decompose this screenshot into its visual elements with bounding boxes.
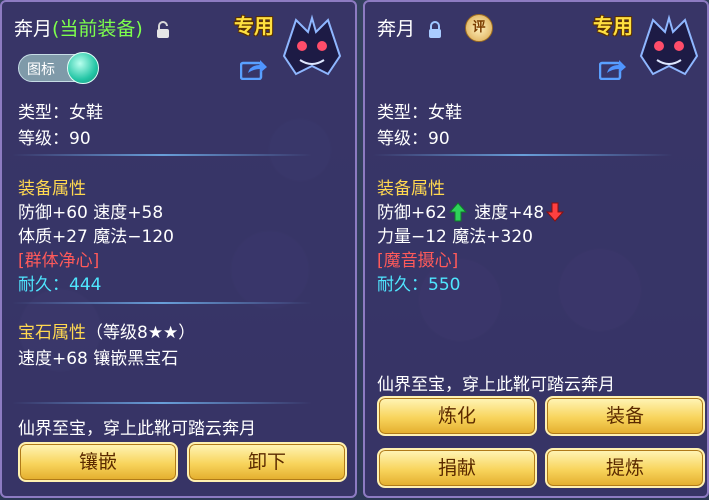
stat-line-2: 力量−12 魔法+320: [377, 227, 533, 247]
gem-level: （等级8★★）: [86, 323, 196, 343]
icon-toggle[interactable]: 图标: [18, 52, 99, 84]
attributes-header: 装备属性: [377, 179, 445, 199]
stat-line-1: 防御+62 速度+48: [377, 198, 566, 223]
stat-line-1: 防御+60 速度+58: [18, 203, 164, 223]
exclusive-badge: 专用: [593, 14, 633, 38]
gem-header: 宝石属性: [18, 323, 86, 343]
toggle-knob: [67, 52, 99, 84]
extract-button[interactable]: 提炼: [545, 448, 705, 488]
icon-toggle-label: 图标: [27, 62, 55, 78]
rating-icon[interactable]: 评: [465, 14, 493, 42]
donate-button[interactable]: 捐献: [377, 448, 537, 488]
current-equipment-panel: 奔月(当前装备) 专用 图标 类型：女鞋 等级：90 装备属性 防御+60 速度…: [0, 0, 357, 498]
gem-header-line: 宝石属性（等级8★★）: [18, 318, 195, 343]
item-name: 奔月: [14, 18, 53, 40]
item-type: 类型：女鞋: [18, 103, 103, 123]
durability: 耐久：444: [18, 275, 102, 295]
arrow-down-icon: [546, 202, 565, 222]
item-description: 仙界至宝，穿上此靴可踏云奔月: [18, 419, 256, 439]
divider: [12, 302, 312, 304]
defense-stat: 防御+62: [377, 203, 447, 223]
boots-item-icon: [282, 14, 342, 76]
item-description: 仙界至宝，穿上此靴可踏云奔月: [377, 375, 615, 395]
boots-item-icon: [639, 14, 699, 76]
item-type: 类型：女鞋: [377, 103, 462, 123]
current-equip-tag: (当前装备): [52, 18, 143, 40]
speed-stat: 速度+48: [474, 203, 545, 223]
arrow-up-icon: [448, 202, 467, 222]
unequip-button[interactable]: 卸下: [187, 442, 347, 482]
item-title: 奔月(当前装备): [14, 14, 171, 41]
item-level: 等级：90: [377, 129, 450, 149]
inlay-button[interactable]: 镶嵌: [18, 442, 178, 482]
equip-button[interactable]: 装备: [545, 396, 705, 436]
stat-line-2: 体质+27 魔法−120: [18, 227, 174, 247]
gem-stat: 速度+68 镶嵌黑宝石: [18, 349, 179, 369]
unlocked-icon[interactable]: [155, 20, 171, 39]
lock-icon[interactable]: [427, 20, 443, 39]
divider: [12, 402, 312, 404]
compare-equipment-panel: 奔月 评 专用 类型：女鞋 等级：90 装备属性 防御+62 速度+48 力量−…: [363, 0, 709, 498]
durability: 耐久：550: [377, 275, 461, 295]
divider: [373, 154, 673, 156]
exclusive-badge: 专用: [234, 14, 274, 38]
item-title: 奔月: [377, 14, 443, 41]
item-name: 奔月: [377, 18, 416, 40]
item-level: 等级：90: [18, 129, 91, 149]
attributes-header: 装备属性: [18, 179, 86, 199]
divider: [12, 154, 312, 156]
special-effect: [魔音摄心]: [377, 251, 459, 271]
share-icon[interactable]: [240, 58, 268, 80]
special-effect: [群体净心]: [18, 251, 100, 271]
refine-button[interactable]: 炼化: [377, 396, 537, 436]
share-icon[interactable]: [599, 58, 627, 80]
